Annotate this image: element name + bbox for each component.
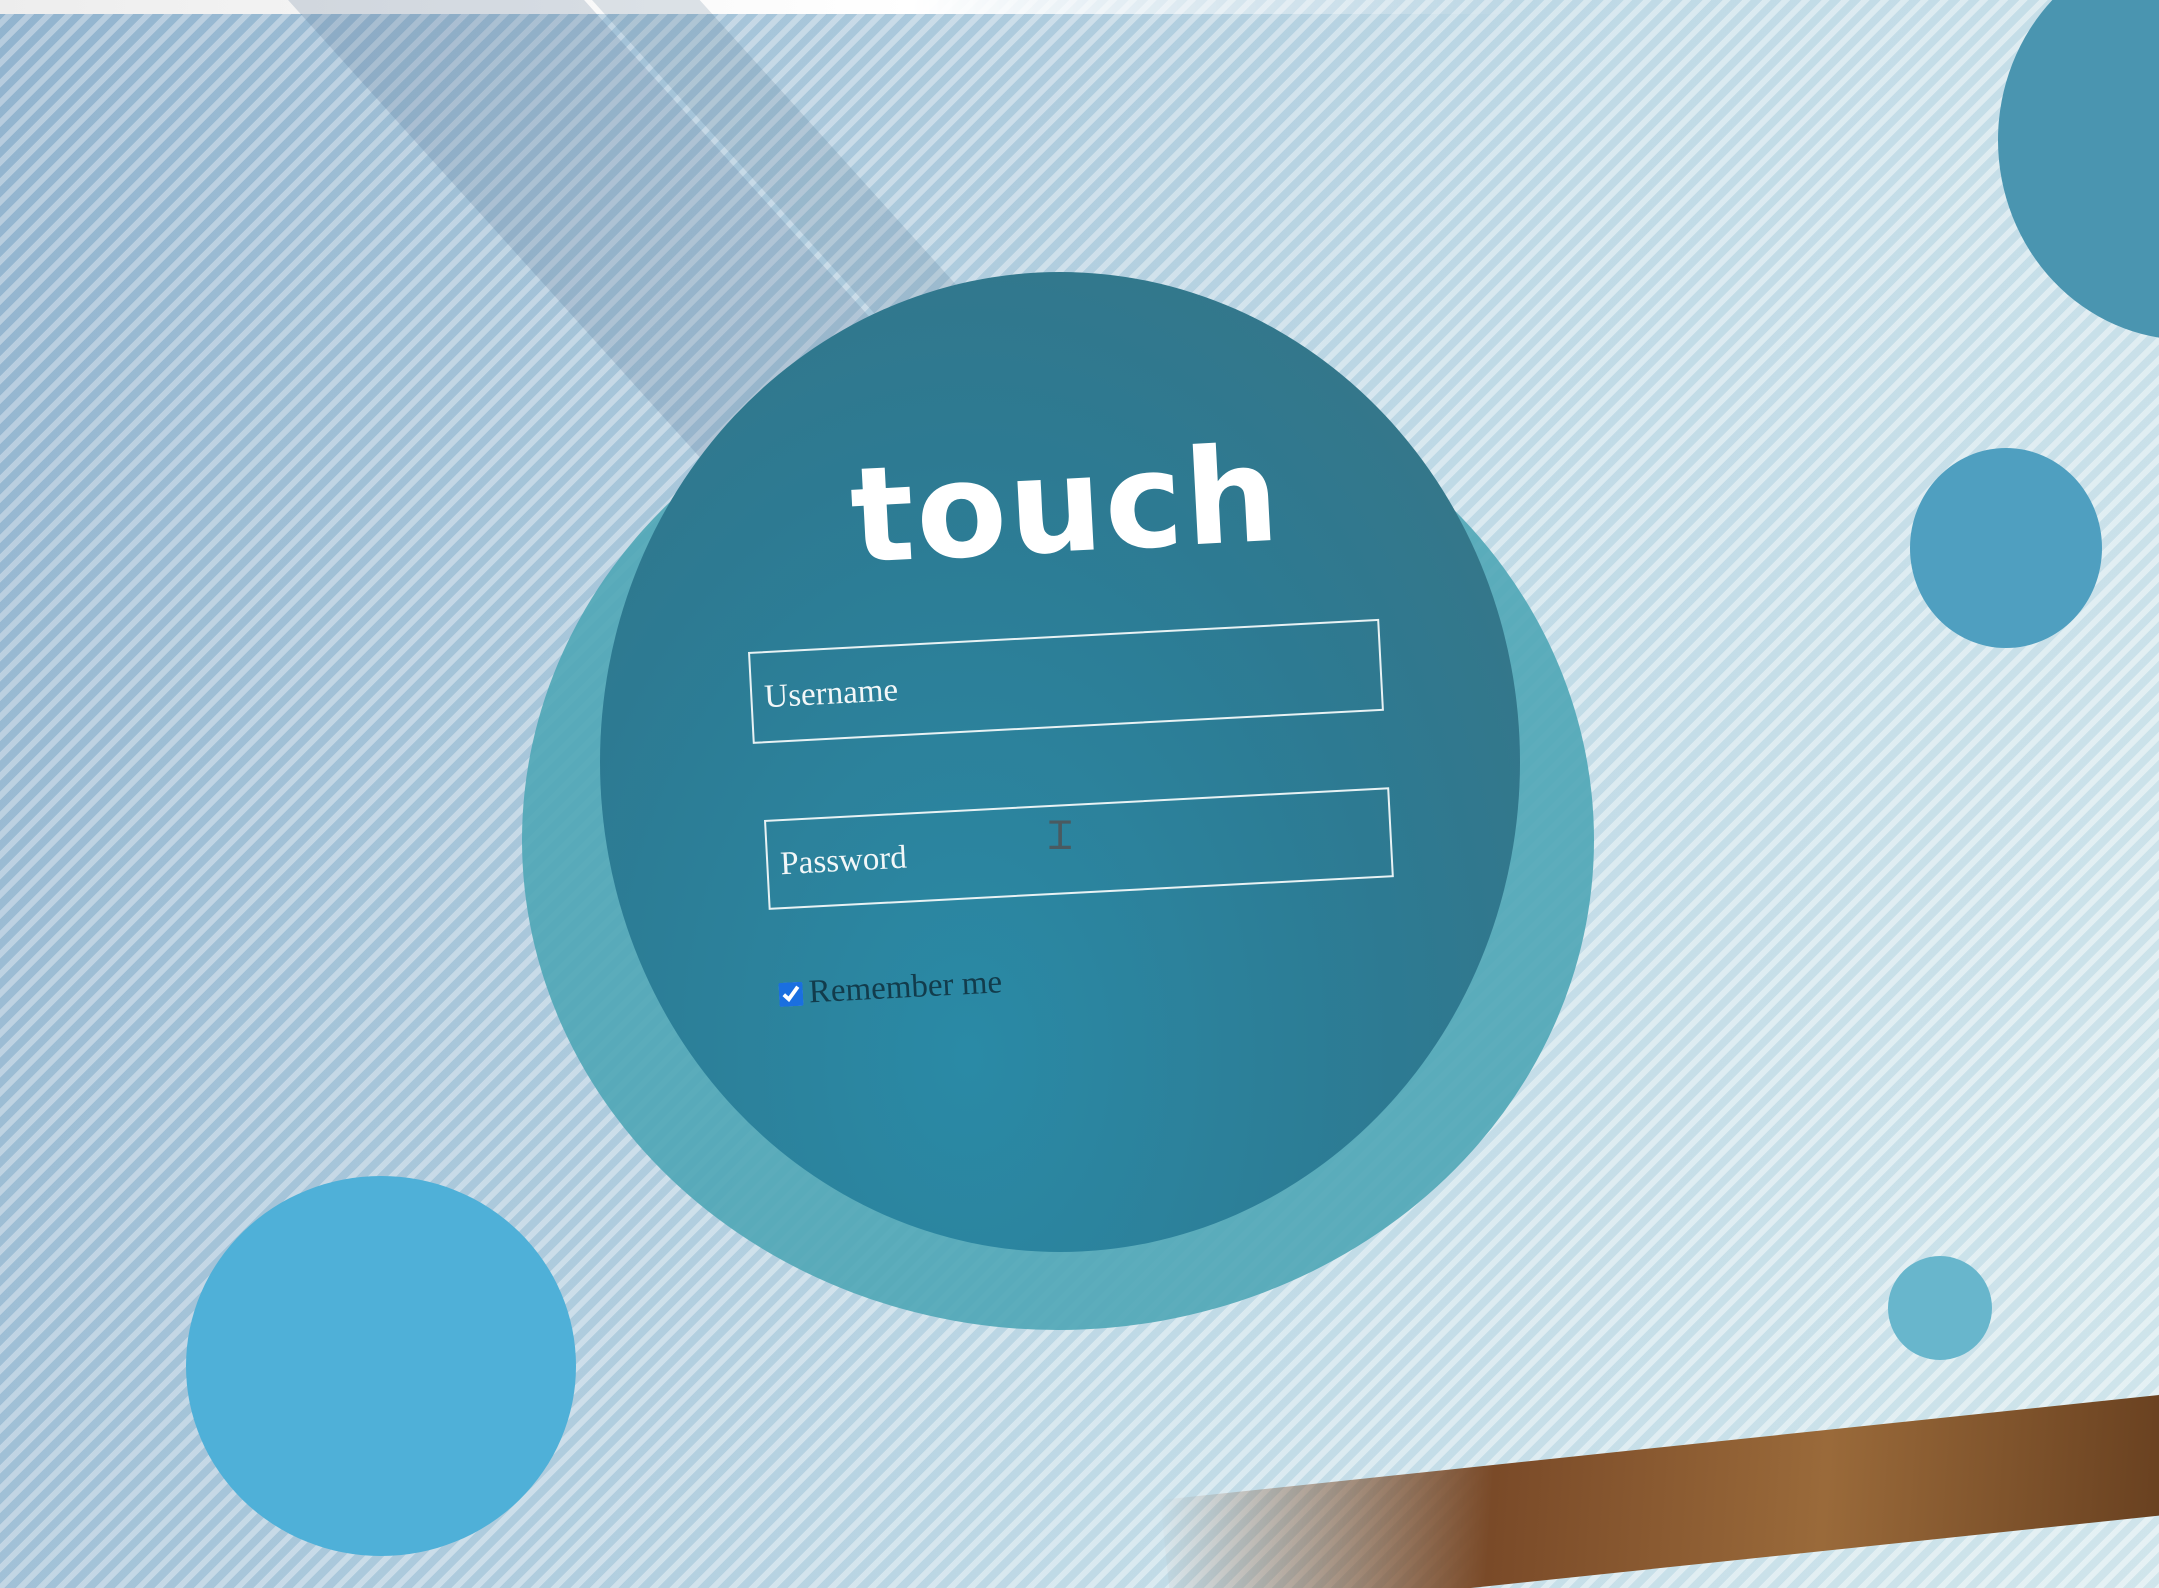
decorative-bubble (186, 1176, 576, 1556)
text-cursor-icon: Ɪ (1049, 813, 1072, 859)
remember-me-checkbox[interactable] (778, 981, 804, 1007)
decorative-bubble (1888, 1256, 1992, 1360)
decorative-bubble (1910, 448, 2102, 648)
window-top-edge (0, 0, 1520, 14)
login-screen: touch Ɪ Remember me (0, 0, 2159, 1588)
login-bubble-front (600, 272, 1520, 1252)
decorative-bubble (1998, 0, 2159, 340)
app-logo: touch (846, 417, 1285, 594)
desktop-taskbar-edge (1160, 1385, 2159, 1588)
